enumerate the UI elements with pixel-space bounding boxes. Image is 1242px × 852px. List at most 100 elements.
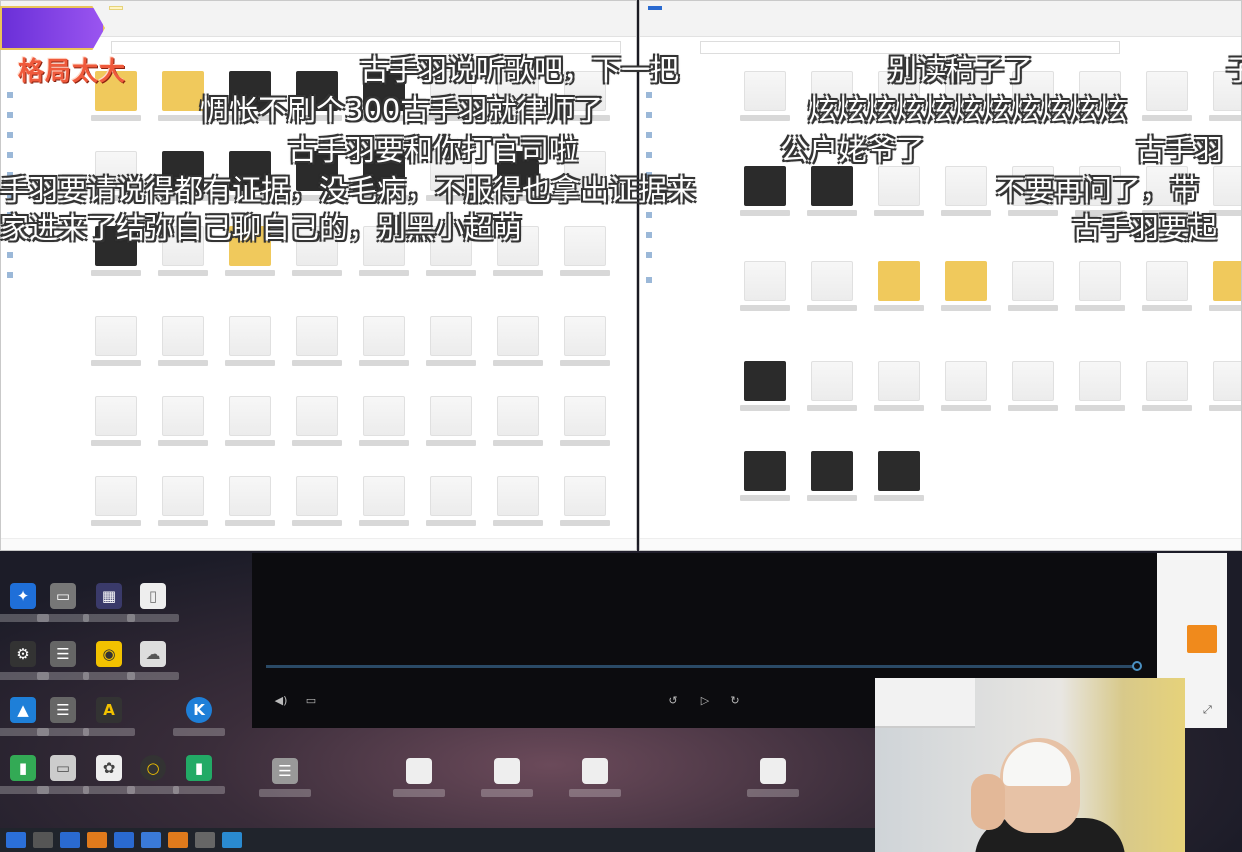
nav-item[interactable] bbox=[646, 231, 655, 238]
file-thumbnail[interactable] bbox=[91, 396, 141, 448]
desktop-icon[interactable]: ▮ bbox=[173, 755, 225, 807]
rewind-icon[interactable]: ↺ bbox=[666, 695, 680, 707]
desktop-icon[interactable] bbox=[481, 758, 533, 810]
desktop-icon[interactable]: ☰ bbox=[37, 641, 89, 693]
desktop-icon[interactable]: ◉ bbox=[83, 641, 135, 693]
file-thumbnail[interactable] bbox=[874, 166, 924, 218]
file-thumbnail[interactable] bbox=[560, 316, 610, 368]
file-thumbnail[interactable] bbox=[740, 361, 790, 413]
nav-item[interactable] bbox=[7, 151, 16, 158]
nav-item[interactable] bbox=[646, 251, 655, 258]
desktop-icon[interactable]: ○ bbox=[127, 755, 179, 807]
file-thumbnail[interactable] bbox=[807, 261, 857, 313]
desktop-icon[interactable] bbox=[393, 758, 445, 810]
file-thumbnail[interactable] bbox=[807, 361, 857, 413]
ribbon-tab[interactable] bbox=[109, 6, 123, 10]
file-thumbnail[interactable] bbox=[560, 226, 610, 278]
file-thumbnail[interactable] bbox=[426, 316, 476, 368]
file-thumbnail[interactable] bbox=[292, 396, 342, 448]
file-thumbnail[interactable] bbox=[91, 316, 141, 368]
file-thumbnail[interactable] bbox=[493, 316, 543, 368]
file-thumbnail[interactable] bbox=[1142, 361, 1192, 413]
taskbar-app[interactable] bbox=[222, 832, 242, 848]
desktop-icon[interactable]: ☁ bbox=[127, 641, 179, 693]
action-button[interactable] bbox=[1187, 625, 1217, 653]
file-thumbnail[interactable] bbox=[941, 166, 991, 218]
ribbon-tab[interactable] bbox=[674, 6, 686, 10]
desktop-icon[interactable]: ☰ bbox=[37, 697, 89, 749]
file-thumbnail[interactable] bbox=[359, 396, 409, 448]
file-thumbnail[interactable] bbox=[874, 451, 924, 503]
desktop-icon[interactable] bbox=[569, 758, 621, 810]
file-thumbnail[interactable] bbox=[426, 396, 476, 448]
taskbar-app[interactable] bbox=[87, 832, 107, 848]
file-thumbnail[interactable] bbox=[158, 396, 208, 448]
desktop-icon[interactable]: ▦ bbox=[83, 583, 135, 635]
file-thumbnail[interactable] bbox=[1075, 261, 1125, 313]
file-thumbnail[interactable] bbox=[740, 71, 790, 123]
forward-icon[interactable]: ↻ bbox=[728, 695, 742, 707]
file-thumbnail[interactable] bbox=[740, 451, 790, 503]
play-icon[interactable]: ▷ bbox=[698, 695, 712, 707]
file-thumbnail[interactable] bbox=[225, 476, 275, 528]
file-thumbnail[interactable] bbox=[1142, 261, 1192, 313]
file-thumbnail[interactable] bbox=[740, 261, 790, 313]
file-thumbnail[interactable] bbox=[158, 476, 208, 528]
desktop-icon[interactable]: ▯ bbox=[127, 583, 179, 635]
nav-item[interactable] bbox=[7, 111, 16, 118]
nav-item[interactable] bbox=[646, 131, 655, 138]
ribbon-tab[interactable] bbox=[698, 6, 710, 10]
file-thumbnail[interactable] bbox=[1209, 261, 1241, 313]
taskbar-app[interactable] bbox=[33, 832, 53, 848]
ribbon-tab[interactable] bbox=[648, 6, 662, 10]
file-thumbnail[interactable] bbox=[807, 451, 857, 503]
nav-item[interactable] bbox=[646, 91, 655, 98]
video-progress-bar[interactable] bbox=[266, 661, 1142, 671]
volume-icon[interactable]: ◀) bbox=[274, 695, 288, 707]
nav-item[interactable] bbox=[646, 111, 655, 118]
desktop-icon[interactable] bbox=[747, 758, 799, 810]
nav-item[interactable] bbox=[7, 271, 16, 278]
nav-item[interactable] bbox=[646, 151, 655, 158]
subtitle-icon[interactable]: ▭ bbox=[304, 695, 318, 707]
taskbar-app[interactable] bbox=[195, 832, 215, 848]
file-thumbnail[interactable] bbox=[941, 261, 991, 313]
file-thumbnail[interactable] bbox=[493, 396, 543, 448]
file-thumbnail[interactable] bbox=[359, 476, 409, 528]
taskbar-app[interactable] bbox=[141, 832, 161, 848]
file-thumbnail[interactable] bbox=[292, 476, 342, 528]
nav-item[interactable] bbox=[7, 91, 16, 98]
nav-item[interactable] bbox=[646, 276, 655, 283]
file-thumbnail[interactable] bbox=[158, 316, 208, 368]
desktop-icon[interactable]: ✿ bbox=[83, 755, 135, 807]
file-thumbnail[interactable] bbox=[807, 166, 857, 218]
desktop-icon[interactable]: ▭ bbox=[37, 583, 89, 635]
file-thumbnail[interactable] bbox=[1209, 361, 1241, 413]
nav-item[interactable] bbox=[7, 251, 16, 258]
file-thumbnail[interactable] bbox=[426, 476, 476, 528]
desktop-icon[interactable]: K bbox=[173, 697, 225, 749]
file-thumbnail[interactable] bbox=[91, 476, 141, 528]
file-thumbnail[interactable] bbox=[560, 476, 610, 528]
file-thumbnail[interactable] bbox=[740, 166, 790, 218]
start-button[interactable] bbox=[6, 832, 26, 848]
desktop-icon[interactable]: A bbox=[83, 697, 135, 749]
file-thumbnail[interactable] bbox=[1075, 361, 1125, 413]
taskbar-app[interactable] bbox=[114, 832, 134, 848]
file-thumbnail[interactable] bbox=[1008, 261, 1058, 313]
taskbar-app[interactable] bbox=[60, 832, 80, 848]
file-thumbnail[interactable] bbox=[225, 396, 275, 448]
file-thumbnail[interactable] bbox=[292, 316, 342, 368]
desktop-icon[interactable]: ☰ bbox=[259, 758, 311, 810]
nav-item[interactable] bbox=[646, 211, 655, 218]
file-thumbnail[interactable] bbox=[941, 361, 991, 413]
expand-icon[interactable]: ⤢ bbox=[1203, 703, 1212, 717]
file-thumbnail[interactable] bbox=[493, 476, 543, 528]
nav-item[interactable] bbox=[7, 131, 16, 138]
file-thumbnail[interactable] bbox=[560, 396, 610, 448]
progress-knob[interactable] bbox=[1132, 661, 1142, 671]
file-thumbnail[interactable] bbox=[874, 361, 924, 413]
file-thumbnail[interactable] bbox=[1008, 361, 1058, 413]
file-thumbnail[interactable] bbox=[1142, 71, 1192, 123]
file-thumbnail[interactable] bbox=[359, 316, 409, 368]
